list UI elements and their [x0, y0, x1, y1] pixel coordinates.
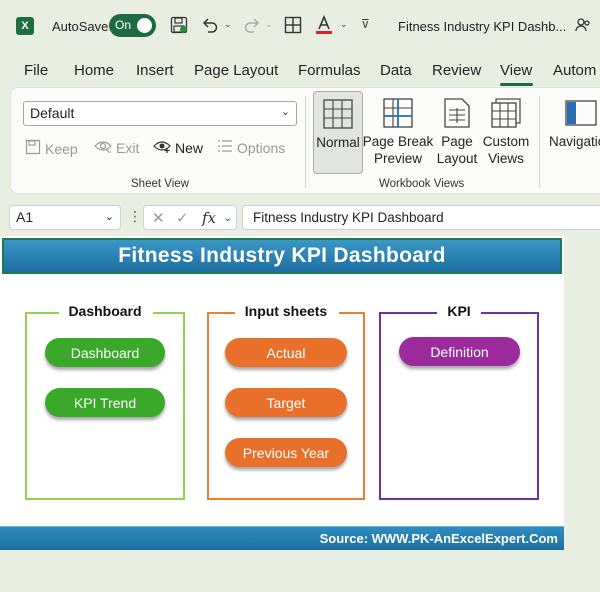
name-box-value: A1 — [16, 209, 34, 225]
group-divider — [305, 96, 306, 188]
page-layout-label-1: Page — [441, 134, 473, 149]
tab-automate[interactable]: Autom — [553, 62, 596, 79]
kpi-trend-button[interactable]: KPI Trend — [45, 388, 165, 417]
keep-label: Keep — [45, 141, 78, 157]
tab-view[interactable]: View — [500, 62, 532, 79]
redo-dropdown-icon[interactable]: ⌄ — [265, 19, 273, 30]
active-tab-indicator — [500, 83, 533, 86]
formula-tools: ✕ ✓ fx ⌄ — [143, 205, 237, 230]
page-layout-view-button[interactable]: Page Layout — [436, 91, 478, 174]
target-button[interactable]: Target — [225, 388, 347, 417]
custom-views-button[interactable]: Custom Views — [481, 91, 531, 174]
worksheet: Fitness Industry KPI Dashboard Dashboard… — [0, 236, 564, 550]
ribbon-panel: Default ⌄ Keep Exit New Options Sheet Vi… — [10, 87, 600, 194]
options-button[interactable]: Options — [217, 139, 285, 157]
save-icon[interactable] — [168, 14, 190, 36]
dashboard-button[interactable]: Dashboard — [45, 338, 165, 367]
dashboard-banner[interactable]: Fitness Industry KPI Dashboard — [2, 238, 562, 274]
workbook-views-group-label: Workbook Views — [379, 178, 465, 190]
title-bar: X AutoSave On ⌄ ⌄ ⌄ ⊽ Fitness Industry K… — [0, 0, 600, 52]
dashboard-panel-title: Dashboard — [68, 303, 142, 319]
normal-view-icon — [322, 97, 354, 131]
autosave-state: On — [115, 18, 132, 32]
page-break-preview-button[interactable]: Page Break Preview — [362, 91, 434, 174]
navigation-label: Navigatio — [549, 134, 600, 149]
tab-page-layout[interactable]: Page Layout — [194, 62, 278, 79]
page-layout-label-2: Layout — [436, 151, 478, 166]
keep-icon — [25, 139, 41, 159]
custom-views-label-2: Views — [488, 151, 524, 166]
formula-bar-grip-icon[interactable]: ⋮ — [128, 208, 142, 225]
chevron-down-icon: ⌄ — [104, 211, 114, 223]
tab-file[interactable]: File — [24, 62, 48, 79]
autosave-label: AutoSave — [52, 19, 109, 34]
source-footer: Source: WWW.PK-AnExcelExpert.Com — [0, 526, 564, 550]
page-break-label-2: Preview — [373, 151, 422, 166]
dashboard-title: Fitness Industry KPI Dashboard — [118, 244, 446, 267]
new-view-button[interactable]: New — [153, 139, 203, 157]
custom-views-label-1: Custom — [482, 134, 530, 149]
kpi-panel-title: KPI — [447, 303, 471, 319]
undo-icon[interactable] — [199, 14, 221, 36]
formula-bar: A1 ⌄ ⋮ ✕ ✓ fx ⌄ Fitness Industry KPI Das… — [9, 205, 600, 230]
new-label: New — [175, 140, 204, 156]
chevron-down-icon: ⌄ — [280, 106, 290, 118]
options-list-icon — [217, 139, 233, 157]
customize-toolbar-icon[interactable]: ⊽ — [361, 17, 370, 31]
name-box[interactable]: A1 ⌄ — [9, 205, 121, 230]
previous-year-button[interactable]: Previous Year — [225, 438, 347, 467]
ribbon-tabs: File Home Insert Page Layout Formulas Da… — [0, 58, 600, 86]
insert-function-icon[interactable]: fx — [202, 209, 216, 227]
source-text: Source: WWW.PK-AnExcelExpert.Com — [319, 531, 558, 546]
page-layout-icon — [441, 96, 473, 130]
navigation-pane-icon — [565, 96, 597, 130]
custom-views-icon — [490, 96, 522, 130]
page-break-preview-icon — [382, 96, 414, 130]
redo-icon[interactable] — [241, 14, 263, 36]
keep-button[interactable]: Keep — [25, 139, 78, 159]
tab-formulas[interactable]: Formulas — [298, 62, 361, 79]
definition-button[interactable]: Definition — [399, 337, 520, 366]
font-color-dropdown-icon[interactable]: ⌄ — [340, 19, 348, 30]
document-title: Fitness Industry KPI Dashb... — [398, 19, 567, 34]
font-color-icon[interactable] — [313, 14, 335, 36]
sheet-view-group-label: Sheet View — [131, 178, 189, 190]
page-break-label-1: Page Break — [362, 134, 434, 149]
autosave-toggle[interactable]: On — [109, 14, 156, 37]
options-label: Options — [237, 140, 286, 156]
navigation-button[interactable]: Navigatio — [549, 91, 600, 174]
normal-view-button[interactable]: Normal — [313, 91, 363, 174]
normal-view-label: Normal — [316, 135, 360, 150]
eye-new-icon — [153, 139, 171, 157]
tab-insert[interactable]: Insert — [136, 62, 174, 79]
toggle-knob — [137, 18, 152, 33]
table-icon[interactable] — [282, 14, 304, 36]
excel-logo-icon[interactable]: X — [16, 17, 34, 35]
input-sheets-panel-title: Input sheets — [244, 303, 328, 319]
share-people-icon[interactable] — [572, 14, 594, 36]
enter-check-icon[interactable]: ✓ — [176, 209, 189, 227]
sheet-view-value: Default — [30, 105, 75, 121]
undo-dropdown-icon[interactable]: ⌄ — [224, 19, 232, 30]
eye-exit-icon — [94, 139, 112, 157]
sheet-view-select[interactable]: Default ⌄ — [23, 101, 297, 126]
exit-label: Exit — [116, 140, 140, 156]
tab-data[interactable]: Data — [380, 62, 412, 79]
tab-review[interactable]: Review — [432, 62, 481, 79]
cancel-icon[interactable]: ✕ — [152, 209, 165, 227]
group-divider — [539, 96, 540, 188]
formula-input[interactable]: Fitness Industry KPI Dashboard — [242, 205, 600, 230]
actual-button[interactable]: Actual — [225, 338, 347, 367]
tab-home[interactable]: Home — [74, 62, 114, 79]
chevron-down-icon[interactable]: ⌄ — [223, 211, 232, 224]
exit-button[interactable]: Exit — [94, 139, 139, 157]
